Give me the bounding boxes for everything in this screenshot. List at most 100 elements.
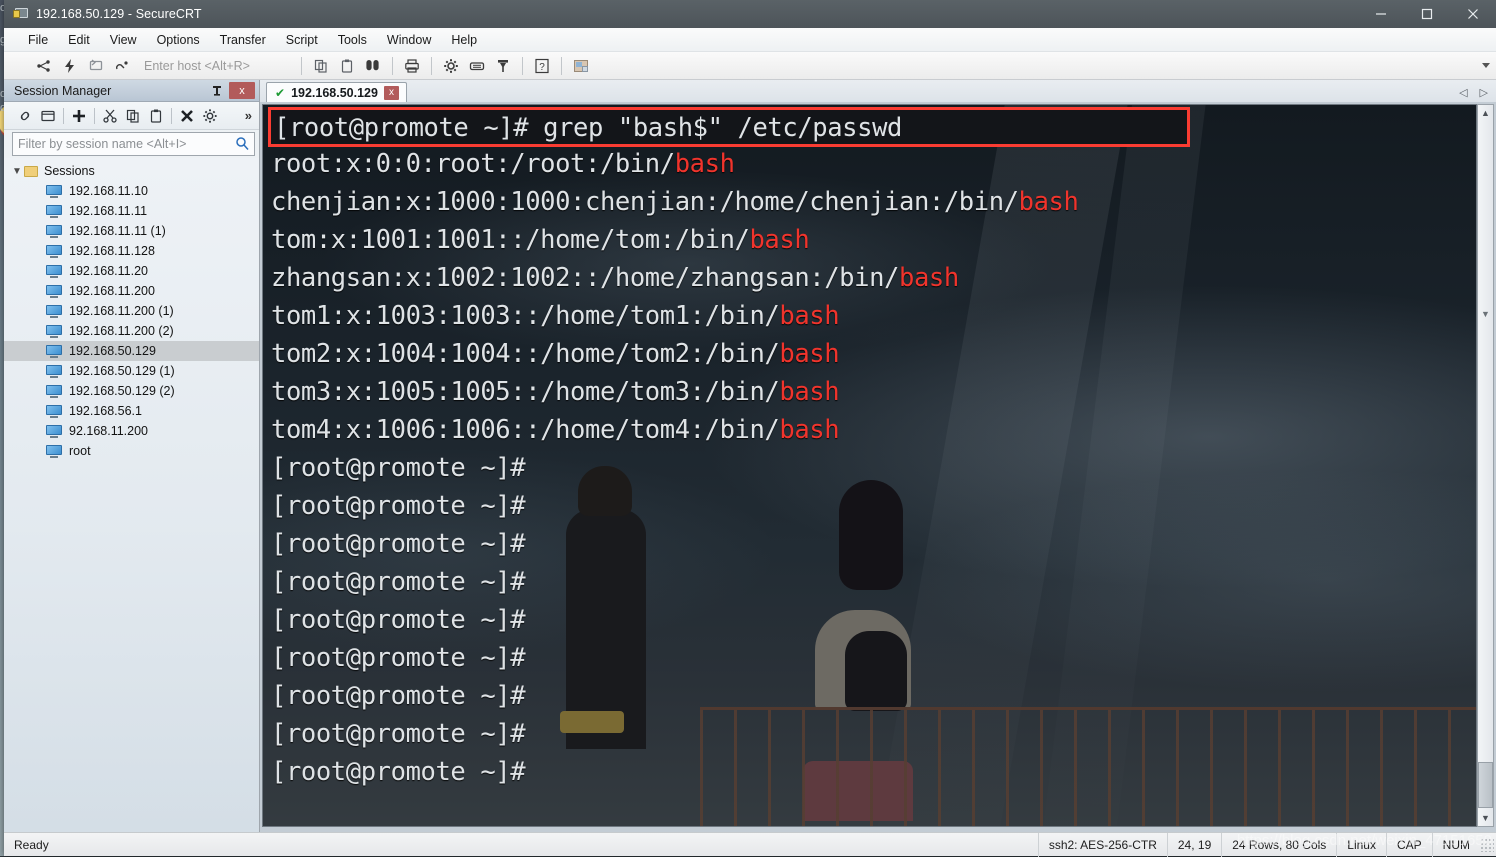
menu-item-file[interactable]: File (18, 30, 58, 50)
search-icon[interactable] (235, 136, 249, 155)
new-session-icon[interactable] (68, 105, 90, 127)
scrollbar-track[interactable]: ▼ (1478, 121, 1493, 810)
menu-item-help[interactable]: Help (441, 30, 487, 50)
session-monitor-icon (46, 265, 62, 278)
terminal-line-text: [root@promote ~]# (271, 643, 525, 673)
cut-icon[interactable] (99, 105, 121, 127)
session-list-item[interactable]: 192.168.11.20 (4, 261, 259, 281)
menu-item-script[interactable]: Script (276, 30, 328, 50)
session-list-item[interactable]: 192.168.11.128 (4, 241, 259, 261)
menu-item-transfer[interactable]: Transfer (210, 30, 276, 50)
tab-close-button[interactable]: x (384, 86, 399, 100)
session-toolbar-overflow[interactable]: » (245, 108, 257, 123)
terminal-match-highlight: bash (899, 263, 959, 293)
terminal-line-text: [root@promote ~]# (271, 491, 525, 521)
toolbar-separator (431, 57, 432, 75)
scrollbar-thumb[interactable] (1478, 762, 1493, 808)
command-highlight-annotation: [root@promote ~]# grep "bash$" /etc/pass… (268, 107, 1190, 147)
session-monitor-icon (46, 385, 62, 398)
session-list-item[interactable]: root (4, 441, 259, 461)
terminal-match-highlight: bash (675, 149, 735, 179)
session-monitor-icon (46, 245, 62, 258)
terminal-line-text: tom1:x:1003:1003::/home/tom1:/bin/ (271, 301, 779, 331)
disconnect-icon[interactable] (110, 54, 134, 78)
session-tree-root[interactable]: ▼ Sessions (4, 161, 259, 181)
terminal-line-text: [root@promote ~]# (271, 529, 525, 559)
find-icon[interactable] (361, 54, 385, 78)
session-monitor-icon (46, 405, 62, 418)
session-list-item[interactable]: 192.168.56.1 (4, 401, 259, 421)
paste-icon[interactable] (145, 105, 167, 127)
terminal-line-text: root:x:0:0:root:/root:/bin/ (271, 149, 675, 179)
terminal-line-text: [root@promote ~]# (271, 453, 525, 483)
pin-icon[interactable] (209, 83, 225, 99)
scroll-up-icon[interactable]: ▲ (1478, 105, 1493, 121)
session-manager-close-button[interactable]: x (229, 82, 255, 99)
maximize-button[interactable] (1404, 0, 1450, 28)
reconnect-icon[interactable] (84, 54, 108, 78)
terminal-screen[interactable]: root:x:0:0:root:/root:/bin/bashchenjian:… (262, 104, 1477, 827)
connect-icon[interactable] (32, 54, 56, 78)
terminal-line: [root@promote ~]# (271, 563, 1470, 601)
copy-icon[interactable] (122, 105, 144, 127)
session-list-item[interactable]: 192.168.50.129 (1) (4, 361, 259, 381)
delete-icon[interactable] (176, 105, 198, 127)
session-filter-input[interactable]: Filter by session name <Alt+I> (12, 132, 255, 156)
copy-icon[interactable] (309, 54, 333, 78)
session-list-item[interactable]: 92.168.11.200 (4, 421, 259, 441)
terminal-wrapper: root:x:0:0:root:/root:/bin/bashchenjian:… (260, 102, 1496, 832)
session-monitor-icon (46, 285, 62, 298)
tab-scroll-right-icon[interactable]: ▷ (1480, 86, 1488, 99)
session-list-item[interactable]: 192.168.11.10 (4, 181, 259, 201)
session-tree[interactable]: ▼ Sessions 192.168.11.10192.168.11.11192… (4, 158, 259, 832)
close-button[interactable] (1450, 0, 1496, 28)
menu-item-edit[interactable]: Edit (58, 30, 100, 50)
connect-session-icon[interactable] (14, 105, 36, 127)
menu-item-tools[interactable]: Tools (328, 30, 377, 50)
session-list-item[interactable]: 192.168.50.129 (2) (4, 381, 259, 401)
session-list-item[interactable]: 192.168.11.200 (2) (4, 321, 259, 341)
filter-icon[interactable] (491, 54, 515, 78)
quick-connect-icon[interactable] (58, 54, 82, 78)
new-window-icon[interactable] (37, 105, 59, 127)
tab-strip: ✔ 192.168.50.129 x ◁ ▷ (260, 80, 1496, 102)
toolbar-separator (94, 108, 95, 124)
minimize-button[interactable] (1358, 0, 1404, 28)
connected-check-icon: ✔ (275, 87, 285, 99)
gear-icon[interactable] (439, 54, 463, 78)
terminal-output: root:x:0:0:root:/root:/bin/bashchenjian:… (271, 107, 1470, 791)
session-list-item-label: root (69, 444, 91, 458)
tab-scroll-left-icon[interactable]: ◁ (1459, 86, 1467, 99)
menu-item-view[interactable]: View (100, 30, 147, 50)
terminal-line-text: tom4:x:1006:1006::/home/tom4:/bin/ (271, 415, 779, 445)
keymap-icon[interactable] (465, 54, 489, 78)
print-icon[interactable] (400, 54, 424, 78)
terminal-match-highlight: bash (1019, 187, 1079, 217)
session-list-item[interactable]: 192.168.11.200 (4, 281, 259, 301)
toolbar-separator (561, 57, 562, 75)
host-input[interactable]: Enter host <Alt+R> (144, 59, 294, 73)
scroll-down-icon[interactable]: ▼ (1478, 810, 1493, 826)
scrollbar-marker-icon: ▼ (1478, 309, 1493, 319)
session-list-item[interactable]: 192.168.11.11 (1) (4, 221, 259, 241)
menu-item-window[interactable]: Window (377, 30, 441, 50)
menu-item-options[interactable]: Options (147, 30, 210, 50)
session-list-item[interactable]: 192.168.11.11 (4, 201, 259, 221)
session-list-item-label: 192.168.50.129 (1) (69, 364, 175, 378)
tab-label: 192.168.50.129 (291, 86, 378, 100)
help-icon[interactable]: ? (530, 54, 554, 78)
tab-192-168-50-129[interactable]: ✔ 192.168.50.129 x (266, 82, 407, 102)
session-list-item[interactable]: 192.168.50.129 (4, 341, 259, 361)
session-list-item-label: 192.168.11.128 (69, 244, 155, 258)
properties-icon[interactable] (569, 54, 593, 78)
session-list-item[interactable]: 192.168.11.200 (1) (4, 301, 259, 321)
properties-icon[interactable] (199, 105, 221, 127)
session-list-item-label: 192.168.50.129 (69, 344, 156, 358)
chevron-down-icon[interactable]: ▼ (10, 166, 24, 177)
paste-icon[interactable] (335, 54, 359, 78)
resize-grip-icon[interactable] (1480, 838, 1494, 852)
terminal-line: [root@promote ~]# (271, 715, 1470, 753)
session-monitor-icon (46, 205, 62, 218)
terminal-scrollbar[interactable]: ▲ ▼ ▼ (1477, 104, 1494, 827)
toolbar-overflow-icon[interactable] (1482, 63, 1490, 68)
